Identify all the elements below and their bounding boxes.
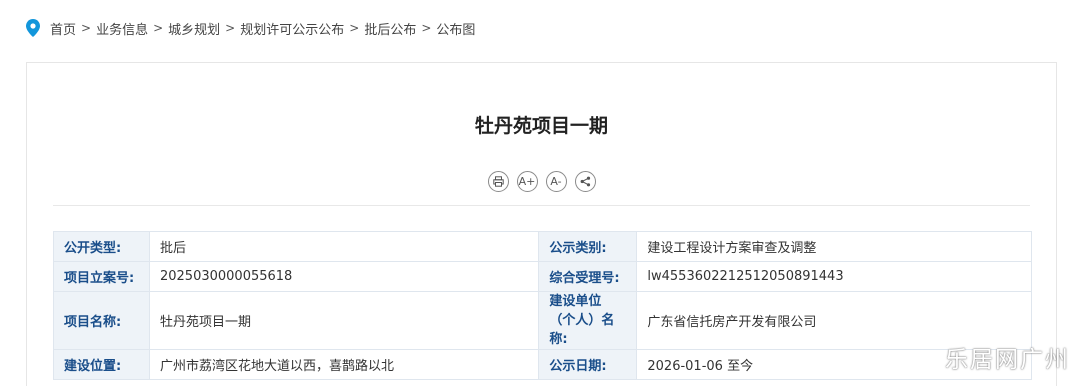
label-location: 建设位置:	[53, 349, 150, 380]
breadcrumb-business-info[interactable]: 业务信息	[96, 19, 148, 38]
breadcrumb-home[interactable]: 首页	[50, 19, 76, 38]
page-title: 牡丹苑项目一期	[474, 115, 608, 137]
breadcrumb-publication-map[interactable]: 公布图	[436, 19, 475, 38]
content-panel: 牡丹苑项目一期 A+ A- 公开类型: 批后 公示类别: 建设工程设计方案审查及…	[26, 62, 1057, 386]
breadcrumb-urban-planning[interactable]: 城乡规划	[168, 19, 220, 38]
value-publicity-category: 建设工程设计方案审查及调整	[636, 231, 1032, 262]
breadcrumb-separator: >	[349, 21, 360, 35]
breadcrumb-permit-publicity[interactable]: 规划许可公示公布	[240, 19, 344, 38]
label-project-filing-no: 项目立案号:	[53, 261, 150, 292]
toolbar: A+ A-	[27, 171, 1056, 192]
breadcrumb-separator: >	[421, 21, 432, 35]
value-project-name: 牡丹苑项目一期	[148, 291, 540, 350]
table-row: 项目立案号: 2025030000055618 综合受理号: lw4553602…	[53, 261, 1032, 292]
value-project-filing-no: 2025030000055618	[148, 261, 540, 292]
label-publicity-category: 公示类别:	[538, 231, 638, 262]
value-disclosure-type: 批后	[148, 231, 540, 262]
breadcrumb-separator: >	[153, 21, 164, 35]
watermark: 乐居网广州	[945, 347, 1070, 373]
font-increase-icon[interactable]: A+	[516, 171, 538, 192]
breadcrumb: 首页 > 业务信息 > 城乡规划 > 规划许可公示公布 > 批后公布 > 公布图	[26, 18, 475, 38]
value-acceptance-no: lw4553602212512050891443	[636, 261, 1032, 292]
label-acceptance-no: 综合受理号:	[538, 261, 638, 292]
label-publicity-date: 公示日期:	[538, 349, 638, 380]
table-row: 建设位置: 广州市荔湾区花地大道以西，喜鹊路以北 公示日期: 2026-01-0…	[53, 349, 1032, 380]
table-row: 公开类型: 批后 公示类别: 建设工程设计方案审查及调整	[53, 231, 1032, 262]
breadcrumb-post-approval[interactable]: 批后公布	[364, 19, 416, 38]
table-row: 项目名称: 牡丹苑项目一期 建设单位（个人）名称: 广东省信托房产开发有限公司	[53, 291, 1032, 350]
share-icon[interactable]	[574, 171, 596, 192]
divider	[53, 205, 1030, 206]
font-decrease-icon[interactable]: A-	[545, 171, 567, 192]
print-icon[interactable]	[487, 171, 509, 192]
label-developer-name: 建设单位（个人）名称:	[538, 291, 638, 350]
label-project-name: 项目名称:	[53, 291, 150, 350]
location-pin-icon	[26, 19, 40, 37]
breadcrumb-separator: >	[225, 21, 236, 35]
breadcrumb-separator: >	[81, 21, 92, 35]
info-table: 公开类型: 批后 公示类别: 建设工程设计方案审查及调整 项目立案号: 2025…	[53, 231, 1032, 380]
value-location: 广州市荔湾区花地大道以西，喜鹊路以北	[148, 349, 540, 380]
label-disclosure-type: 公开类型:	[53, 231, 150, 262]
